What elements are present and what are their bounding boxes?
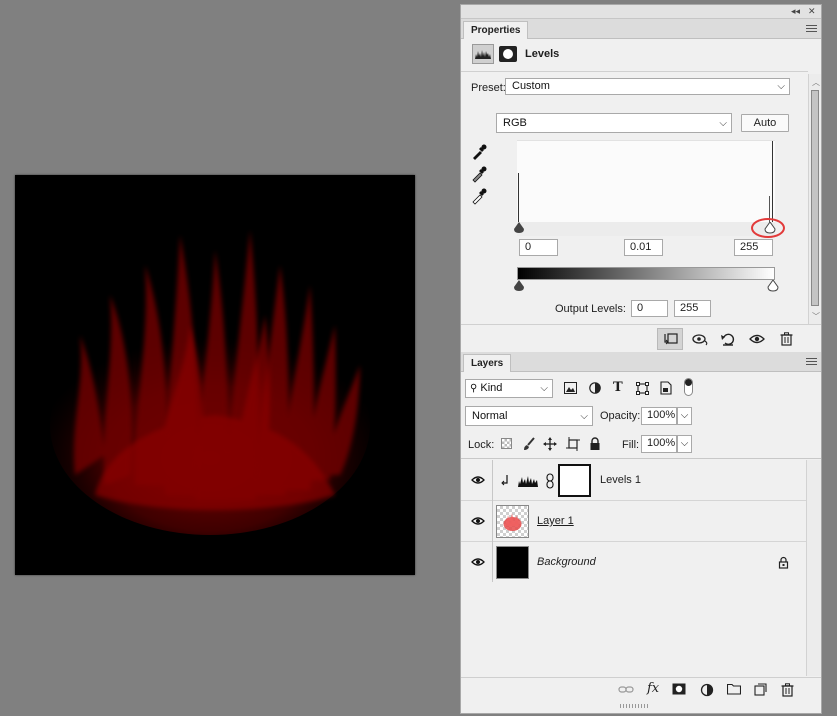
search-icon: ⚲ — [470, 383, 478, 394]
add-mask-icon[interactable] — [672, 683, 686, 697]
visibility-eye-icon[interactable] — [744, 328, 770, 350]
input-black-field[interactable]: 0 — [519, 239, 558, 256]
blend-mode-value: Normal — [472, 410, 508, 422]
view-previous-state-icon[interactable] — [687, 328, 713, 350]
layer-thumbnail[interactable] — [496, 546, 529, 579]
chevron-down-icon: ⌵ — [719, 118, 727, 129]
kind-value: Kind — [480, 382, 503, 394]
chain-link-icon[interactable] — [546, 473, 554, 489]
layer-row-background[interactable]: Background — [461, 542, 806, 583]
layers-bottom-toolbar: fx — [461, 677, 821, 701]
flame-artwork — [50, 230, 370, 535]
preset-dropdown[interactable]: Custom ⌵ — [505, 78, 790, 95]
chevron-down-icon: ⌵ — [777, 81, 785, 92]
output-black-slider[interactable] — [513, 280, 525, 292]
output-white-field[interactable]: 255 — [674, 300, 711, 317]
preset-label: Preset: — [471, 82, 506, 94]
channel-dropdown[interactable]: RGB ⌵ — [496, 113, 732, 133]
gray-point-eyedropper-icon[interactable] — [470, 165, 488, 183]
dock-collapse-bar: ◂◂ ✕ — [461, 5, 821, 19]
clip-to-layer-icon[interactable] — [657, 328, 683, 350]
eye-icon[interactable] — [471, 514, 485, 528]
new-adjustment-layer-icon[interactable] — [700, 683, 714, 697]
preset-value: Custom — [512, 80, 550, 92]
delete-trash-icon[interactable] — [773, 328, 799, 350]
filter-toggle-switch[interactable] — [684, 378, 693, 396]
output-levels-label: Output Levels: — [555, 303, 626, 315]
lock-position-move-icon[interactable] — [543, 437, 557, 451]
layer-row-layer1[interactable]: Layer 1 — [461, 501, 806, 542]
chevron-down-icon: ⌵ — [540, 383, 548, 394]
fill-label: Fill: — [622, 439, 640, 451]
lock-all-icon[interactable] — [589, 437, 601, 451]
properties-scrollbar[interactable]: ︿ ﹀ — [808, 74, 821, 324]
channel-value: RGB — [503, 117, 527, 129]
adjustment-title: Levels — [525, 48, 560, 60]
levels-histogram — [517, 140, 775, 223]
lock-transparency-icon[interactable] — [501, 438, 512, 449]
layers-list-empty-area — [461, 582, 806, 676]
input-black-slider[interactable] — [513, 222, 525, 234]
clipping-arrow-icon — [501, 474, 511, 486]
output-gradient — [517, 267, 775, 280]
tab-layers[interactable]: Layers — [463, 354, 512, 372]
opacity-label: Opacity: — [600, 410, 641, 422]
kind-filter-dropdown[interactable]: ⚲ Kind ⌵ — [465, 379, 553, 398]
layer-mask-thumbnail[interactable] — [558, 464, 591, 497]
input-white-field[interactable]: 255 — [734, 239, 773, 256]
layer-mask-icon[interactable] — [499, 46, 517, 62]
output-white-slider[interactable] — [767, 280, 779, 292]
fill-chevron-icon[interactable]: ⌵ — [677, 435, 692, 453]
layers-scrollbar[interactable] — [806, 460, 821, 676]
delete-layer-trash-icon[interactable] — [781, 683, 795, 697]
collapse-icon[interactable]: ◂◂ — [791, 6, 800, 17]
divider — [461, 71, 808, 72]
input-gamma-field[interactable]: 0.01 — [624, 239, 663, 256]
chevron-down-icon: ⌵ — [580, 411, 588, 422]
properties-menu-icon[interactable] — [806, 23, 817, 34]
highlight-ring — [751, 218, 785, 238]
new-group-folder-icon[interactable] — [727, 683, 741, 697]
lock-icon — [778, 556, 789, 569]
levels-histogram-icon — [517, 473, 539, 489]
auto-button[interactable]: Auto — [741, 114, 789, 132]
levels-histogram-icon[interactable] — [472, 44, 494, 64]
output-black-field[interactable]: 0 — [631, 300, 668, 317]
properties-toolbar — [461, 324, 821, 352]
lock-artboard-icon[interactable] — [566, 437, 580, 451]
fill-field[interactable]: 100% — [641, 435, 677, 453]
type-layer-filter-icon[interactable]: T — [613, 380, 623, 395]
layers-menu-icon[interactable] — [806, 356, 817, 367]
input-slider-track — [517, 222, 775, 236]
black-point-eyedropper-icon[interactable] — [470, 143, 488, 161]
opacity-field[interactable]: 100% — [641, 407, 677, 425]
layers-tabbar: Layers — [461, 352, 821, 372]
close-dock-icon[interactable]: ✕ — [808, 6, 816, 17]
adjustment-layer-filter-icon[interactable] — [589, 382, 601, 394]
eye-icon[interactable] — [471, 555, 485, 569]
opacity-chevron-icon[interactable]: ⌵ — [677, 407, 692, 425]
reset-adjustment-icon[interactable] — [715, 328, 741, 350]
lock-brush-icon[interactable] — [522, 437, 536, 451]
pixel-layer-filter-icon[interactable] — [564, 382, 577, 394]
new-layer-icon[interactable] — [754, 683, 768, 697]
layer-name[interactable]: Layer 1 — [537, 514, 574, 528]
smart-object-filter-icon[interactable] — [660, 381, 672, 395]
tab-properties[interactable]: Properties — [463, 21, 529, 39]
panel-resize-grip[interactable] — [620, 704, 650, 708]
layer-name[interactable]: Levels 1 — [600, 473, 641, 487]
shape-layer-filter-icon[interactable] — [636, 382, 649, 395]
layer-name[interactable]: Background — [537, 555, 596, 569]
divider — [461, 458, 821, 459]
eye-icon[interactable] — [471, 473, 485, 487]
blend-mode-dropdown[interactable]: Normal ⌵ — [465, 406, 593, 426]
lock-label: Lock: — [468, 439, 495, 451]
white-point-eyedropper-icon[interactable] — [470, 187, 488, 205]
layer-row-levels[interactable]: Levels 1 — [461, 460, 806, 501]
document-canvas[interactable] — [15, 175, 415, 575]
link-layers-icon[interactable] — [618, 683, 634, 697]
properties-tabbar: Properties — [461, 19, 821, 39]
fx-layer-style-icon[interactable]: fx — [647, 681, 665, 696]
layer-thumbnail[interactable] — [496, 505, 529, 538]
